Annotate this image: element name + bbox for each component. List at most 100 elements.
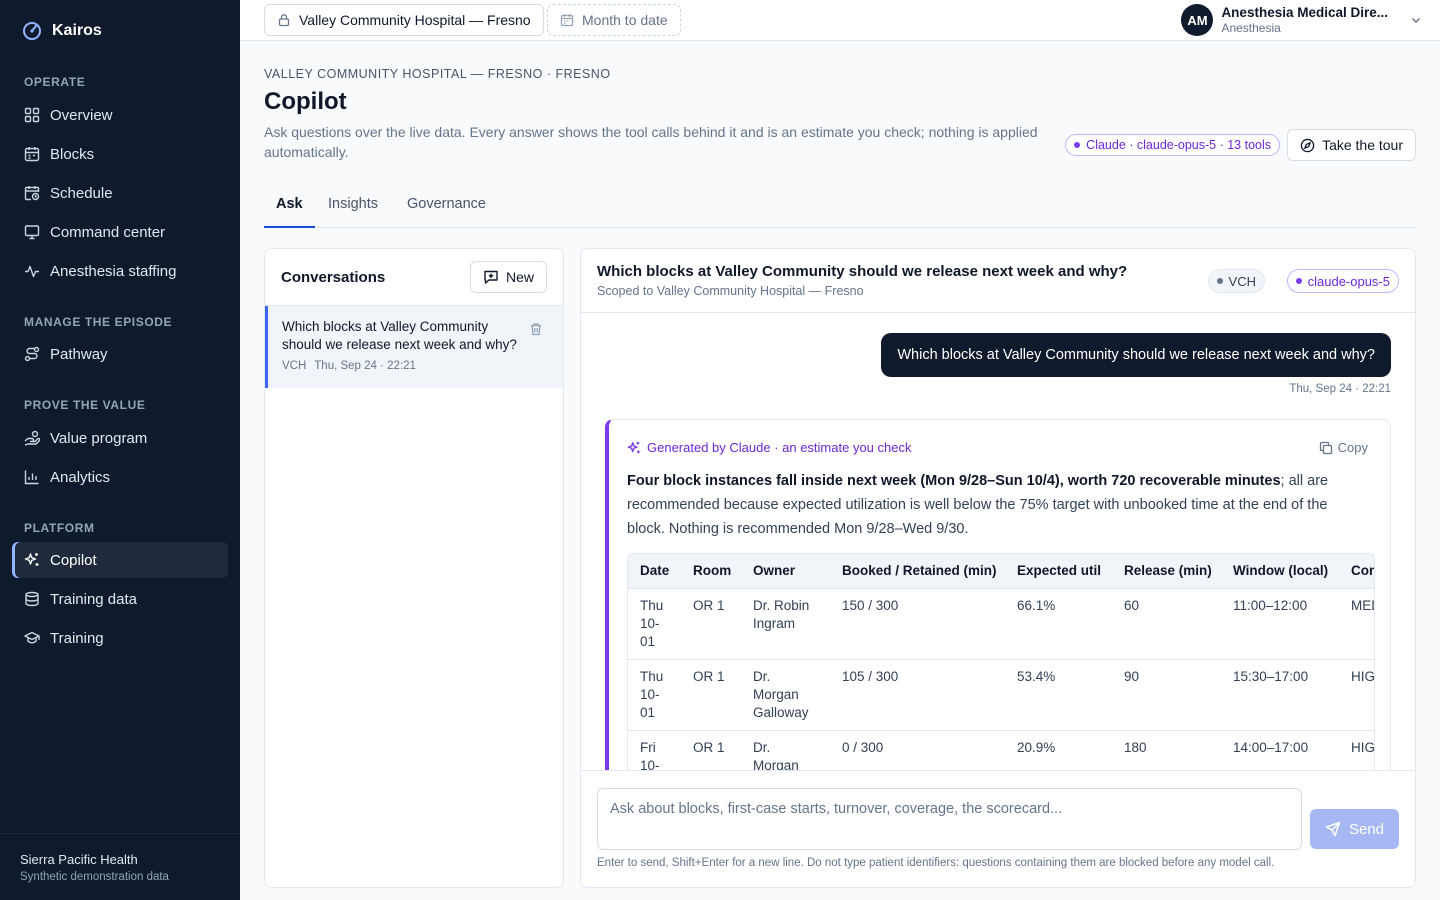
- sidebar-item-label: Command center: [50, 223, 166, 241]
- sidebar-item-value-program[interactable]: Value program: [12, 420, 228, 456]
- table-cell: Dr. Morgan Galloway: [741, 658, 830, 730]
- sidebar-footer: Sierra Pacific Health Synthetic demonstr…: [0, 833, 240, 900]
- sidebar-item-training[interactable]: Training: [12, 620, 228, 656]
- topbar: Valley Community Hospital — Fresno Month…: [240, 0, 1440, 41]
- column-header: Release (min): [1112, 554, 1221, 588]
- chat-panel: Which blocks at Valley Community should …: [580, 248, 1416, 888]
- table-row: Thu 10-01 OR 1 Dr. Robin Ingram 150 / 30…: [628, 587, 1374, 659]
- status-dot-icon: [1074, 142, 1081, 148]
- conversation-meta: VCH Thu, Sep 24 · 22:21: [282, 360, 523, 372]
- org-subtitle: Synthetic demonstration data: [20, 871, 169, 883]
- sidebar-item-label: Copilot: [50, 551, 97, 569]
- generated-label: Generated by Claude · an estimate you ch…: [627, 440, 1374, 455]
- generated-label-text: Generated by Claude · an estimate you ch…: [647, 440, 912, 455]
- table-cell: HIG: [1339, 658, 1374, 730]
- tab-ask[interactable]: Ask: [264, 186, 315, 228]
- site-chip-label: VCH: [1228, 273, 1256, 289]
- conversation-item[interactable]: Which blocks at Valley Community should …: [265, 306, 563, 388]
- tab-insights[interactable]: Insights: [316, 186, 390, 228]
- date-range-label: Month to date: [582, 12, 668, 28]
- user-role: Anesthesia: [1221, 21, 1281, 35]
- message-input[interactable]: [597, 788, 1302, 850]
- sidebar-item-command-center[interactable]: Command center: [12, 214, 228, 250]
- table-cell: OR 1: [681, 658, 741, 730]
- user-menu[interactable]: AM Anesthesia Medical Dire... Anesthesia: [1181, 4, 1422, 36]
- user-info: Anesthesia Medical Dire... Anesthesia: [1221, 5, 1388, 35]
- tab-governance[interactable]: Governance: [395, 186, 498, 228]
- sidebar-item-label: Blocks: [50, 145, 95, 163]
- answer-summary-bold: Four block instances fall inside next we…: [627, 473, 1281, 489]
- table-cell: 53.4%: [1005, 658, 1112, 730]
- user-message: Which blocks at Valley Community should …: [881, 333, 1391, 377]
- tabs: Ask Insights Governance: [264, 186, 1416, 228]
- trash-icon[interactable]: [529, 322, 543, 336]
- table-cell: OR 1: [681, 729, 741, 770]
- kairos-logo-icon: [22, 21, 42, 41]
- table-cell: 0 / 300: [830, 729, 1005, 770]
- chat-messages[interactable]: Which blocks at Valley Community should …: [581, 313, 1415, 770]
- chat-title: Which blocks at Valley Community should …: [597, 263, 1128, 280]
- sidebar-item-label: Training data: [50, 590, 137, 608]
- table-cell: HIG: [1339, 729, 1374, 770]
- copy-button[interactable]: Copy: [1319, 440, 1368, 455]
- activity-icon: [24, 263, 40, 279]
- assistant-answer: Generated by Claude · an estimate you ch…: [605, 419, 1391, 770]
- sidebar-item-copilot[interactable]: Copilot: [12, 542, 228, 578]
- page-title: Copilot: [264, 88, 347, 115]
- take-tour-button[interactable]: Take the tour: [1287, 129, 1416, 161]
- sidebar-item-label: Overview: [50, 106, 113, 124]
- column-header: Date: [628, 554, 681, 588]
- table-cell: 14:00–17:00: [1221, 729, 1339, 770]
- sidebar-item-label: Pathway: [50, 345, 108, 363]
- table-cell: Dr. Morgan Galloway: [741, 729, 830, 770]
- take-tour-label: Take the tour: [1322, 137, 1403, 153]
- table-row: Thu 10-01 OR 1 Dr. Morgan Galloway 105 /…: [628, 658, 1374, 730]
- table-cell: 66.1%: [1005, 587, 1112, 659]
- graduation-cap-icon: [24, 630, 40, 646]
- status-dot-icon: [1295, 278, 1302, 284]
- grid-icon: [24, 107, 40, 123]
- send-button[interactable]: Send: [1310, 809, 1399, 849]
- route-icon: [24, 346, 40, 362]
- sidebar-item-blocks[interactable]: Blocks: [12, 136, 228, 172]
- copy-label: Copy: [1337, 440, 1368, 455]
- date-range-selector[interactable]: Month to date: [547, 4, 681, 36]
- nav-section-prove-value: PROVE THE VALUE: [24, 398, 146, 412]
- new-conversation-button[interactable]: New: [469, 261, 547, 293]
- sidebar: Kairos OPERATE Overview Blocks Schedule …: [0, 0, 240, 900]
- column-header: Room: [681, 554, 741, 588]
- breadcrumb: VALLEY COMMUNITY HOSPITAL — FRESNO · FRE…: [264, 67, 611, 81]
- sparkles-icon: [24, 552, 40, 568]
- avatar: AM: [1181, 4, 1214, 36]
- lock-icon: [277, 13, 291, 27]
- sidebar-item-analytics[interactable]: Analytics: [12, 459, 228, 495]
- brand[interactable]: Kairos: [22, 21, 102, 41]
- answer-summary: Four block instances fall inside next we…: [627, 469, 1357, 541]
- scope-label: Valley Community Hospital — Fresno: [299, 12, 531, 28]
- table-cell: MED (0.6: [1339, 587, 1374, 659]
- sidebar-item-schedule[interactable]: Schedule: [12, 175, 228, 211]
- scope-selector[interactable]: Valley Community Hospital — Fresno: [264, 4, 544, 36]
- table-cell: 90: [1112, 658, 1221, 730]
- column-header: Booked / Retained (min): [830, 554, 1005, 588]
- model-chip: claude-opus-5: [1286, 269, 1399, 293]
- table-cell: 180: [1112, 729, 1221, 770]
- table-header-row: Date Room Owner Booked / Retained (min) …: [628, 554, 1374, 588]
- sidebar-item-overview[interactable]: Overview: [12, 97, 228, 133]
- table-cell: 11:00–12:00: [1221, 587, 1339, 659]
- conversation-question: Which blocks at Valley Community should …: [282, 319, 517, 352]
- composer: Send Enter to send, Shift+Enter for a ne…: [581, 770, 1415, 887]
- nav-section-manage-episode: MANAGE THE EPISODE: [24, 315, 173, 329]
- sidebar-item-training-data[interactable]: Training data: [12, 581, 228, 617]
- sidebar-item-anesthesia-staffing[interactable]: Anesthesia staffing: [12, 253, 228, 289]
- table-cell: 15:30–17:00: [1221, 658, 1339, 730]
- hand-coins-icon: [24, 430, 40, 446]
- status-dot-icon: [1216, 278, 1223, 284]
- sidebar-item-pathway[interactable]: Pathway: [12, 336, 228, 372]
- sidebar-item-label: Value program: [50, 429, 148, 447]
- table-row: Fri 10-02 OR 1 Dr. Morgan Galloway 0 / 3…: [628, 729, 1374, 770]
- chat-header: Which blocks at Valley Community should …: [581, 249, 1415, 313]
- table-cell: Fri 10-02: [628, 729, 681, 770]
- sidebar-item-label: Schedule: [50, 184, 113, 202]
- sidebar-item-label: Anesthesia staffing: [50, 262, 177, 280]
